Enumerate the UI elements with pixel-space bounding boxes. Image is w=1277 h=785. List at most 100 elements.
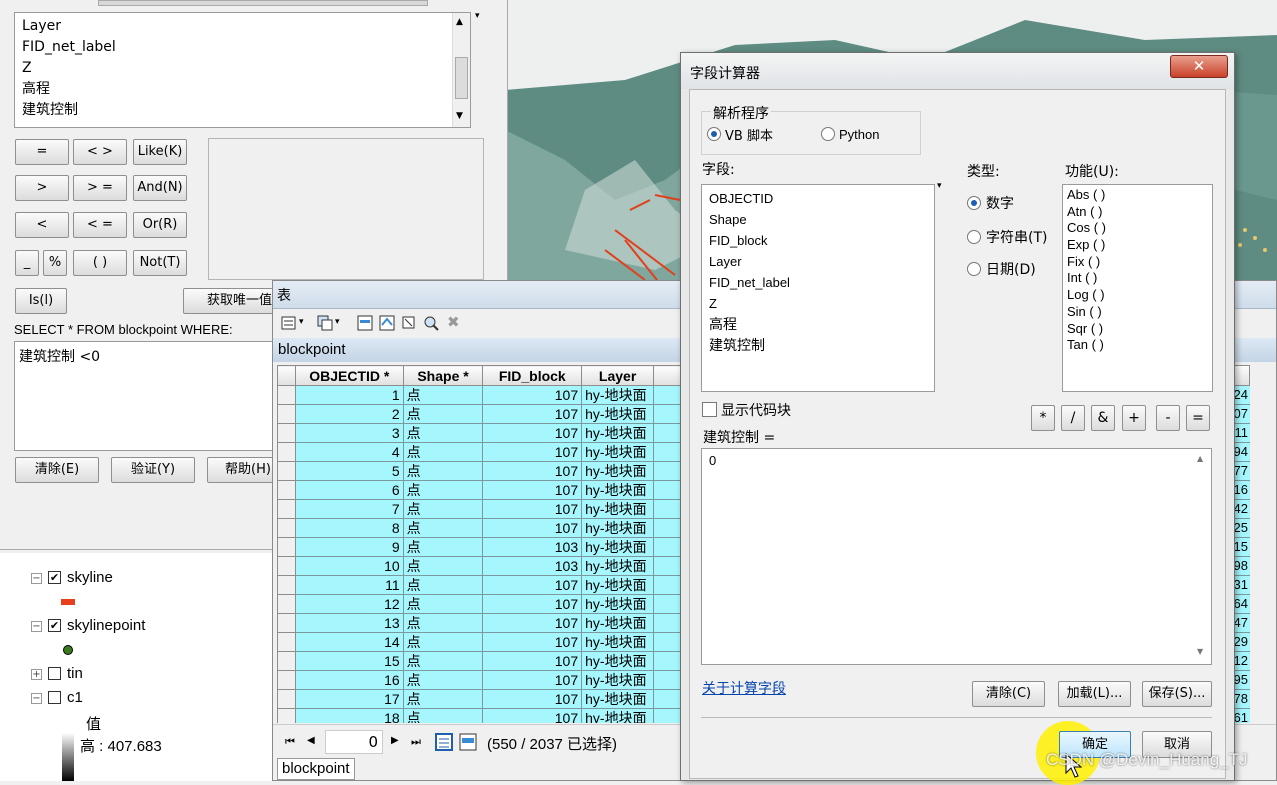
layer-name-c1[interactable]: c1 <box>67 689 83 706</box>
field-list-scrollbar[interactable]: ▲ ▼ <box>452 13 470 127</box>
cell-fid-block[interactable]: 107 <box>482 499 583 519</box>
cell-shape[interactable]: 点 <box>402 651 484 671</box>
layer-checkbox[interactable] <box>48 691 61 704</box>
field-item[interactable]: Layer <box>702 251 934 272</box>
cell-shape[interactable]: 点 <box>402 594 484 614</box>
layer-checkbox[interactable]: ✔ <box>48 571 61 584</box>
function-item[interactable]: Log ( ) <box>1063 287 1212 304</box>
cell-objectid[interactable]: 7 <box>294 499 404 519</box>
show-selected-records-icon[interactable] <box>459 733 477 751</box>
row-selector[interactable] <box>277 385 296 405</box>
dropdown-arrow-icon[interactable]: ▾ <box>937 181 942 191</box>
cell-layer[interactable]: hy-地块面 <box>581 632 655 652</box>
select-by-attributes-icon[interactable] <box>357 315 373 331</box>
cell-shape[interactable]: 点 <box>402 385 484 405</box>
cell-layer[interactable]: hy-地块面 <box>581 651 655 671</box>
dropdown-arrow-icon[interactable]: ▾ <box>299 317 304 327</box>
op-not-button[interactable]: Not(T) <box>133 250 187 276</box>
field-item[interactable]: Z <box>702 293 934 314</box>
row-selector[interactable] <box>277 632 296 652</box>
row-selector[interactable] <box>277 556 296 576</box>
cell-objectid[interactable]: 14 <box>294 632 404 652</box>
cell-fid-block[interactable]: 107 <box>482 385 583 405</box>
functions-list[interactable]: Abs ( ) Atn ( ) Cos ( ) Exp ( ) Fix ( ) … <box>1062 184 1213 392</box>
collapse-icon[interactable]: − <box>31 693 42 704</box>
verify-button[interactable]: 验证(Y) <box>111 457 195 483</box>
show-codeblock-checkbox[interactable] <box>702 402 717 417</box>
help-button[interactable]: 帮助(H) <box>207 457 277 483</box>
op-multiply-button[interactable]: * <box>1031 405 1055 431</box>
cell-shape[interactable]: 点 <box>402 461 484 481</box>
cell-shape[interactable]: 点 <box>402 670 484 690</box>
field-list-item[interactable]: 建筑控制 <box>15 100 470 121</box>
cell-objectid[interactable]: 13 <box>294 613 404 633</box>
cell-layer[interactable]: hy-地块面 <box>581 594 655 614</box>
function-item[interactable]: Abs ( ) <box>1063 187 1212 204</box>
cell-fid-block[interactable]: 103 <box>482 556 583 576</box>
field-item[interactable]: FID_net_label <box>702 272 934 293</box>
dropdown-arrow-icon[interactable]: ▾ <box>475 11 480 21</box>
cell-layer[interactable]: hy-地块面 <box>581 404 655 424</box>
cell-layer[interactable]: hy-地块面 <box>581 499 655 519</box>
op-and-button[interactable]: And(N) <box>133 175 187 201</box>
row-selector[interactable] <box>277 442 296 462</box>
layer-checkbox[interactable] <box>48 667 61 680</box>
cell-objectid[interactable]: 18 <box>294 708 404 723</box>
row-selector[interactable] <box>277 613 296 633</box>
cell-layer[interactable]: hy-地块面 <box>581 537 655 557</box>
cell-objectid[interactable]: 3 <box>294 423 404 443</box>
cell-objectid[interactable]: 6 <box>294 480 404 500</box>
cell-objectid[interactable]: 2 <box>294 404 404 424</box>
cell-objectid[interactable]: 15 <box>294 651 404 671</box>
field-item[interactable]: OBJECTID <box>702 188 934 209</box>
cell-objectid[interactable]: 8 <box>294 518 404 538</box>
function-item[interactable]: Atn ( ) <box>1063 204 1212 221</box>
layer-checkbox[interactable]: ✔ <box>48 619 61 632</box>
cell-fid-block[interactable]: 107 <box>482 594 583 614</box>
cell-layer[interactable]: hy-地块面 <box>581 670 655 690</box>
load-button[interactable]: 加载(L)... <box>1058 681 1131 707</box>
collapse-icon[interactable]: − <box>31 573 42 584</box>
table-tab-blockpoint[interactable]: blockpoint <box>277 758 355 780</box>
cell-fid-block[interactable]: 107 <box>482 423 583 443</box>
layer-name-skylinepoint[interactable]: skylinepoint <box>67 617 145 634</box>
field-item[interactable]: 高程 <box>702 314 934 335</box>
cell-layer[interactable]: hy-地块面 <box>581 708 655 723</box>
cell-layer[interactable]: hy-地块面 <box>581 385 655 405</box>
scroll-down-icon[interactable]: ▼ <box>456 111 463 121</box>
function-item[interactable]: Exp ( ) <box>1063 237 1212 254</box>
cell-fid-block[interactable]: 107 <box>482 442 583 462</box>
op-greater-equal-button[interactable]: > = <box>73 175 127 201</box>
field-item[interactable]: 建筑控制 <box>702 335 934 356</box>
row-selector[interactable] <box>277 537 296 557</box>
function-item[interactable]: Sin ( ) <box>1063 304 1212 321</box>
first-record-icon[interactable]: ⏮ <box>285 735 295 749</box>
layer-name-skyline[interactable]: skyline <box>67 569 113 586</box>
scroll-down-icon[interactable]: ▼ <box>1197 647 1203 656</box>
column-header-layer[interactable]: Layer <box>581 365 655 386</box>
clear-button[interactable]: 清除(C) <box>972 681 1045 707</box>
cell-fid-block[interactable]: 107 <box>482 613 583 633</box>
cell-shape[interactable]: 点 <box>402 613 484 633</box>
unique-values-list[interactable] <box>208 138 484 280</box>
row-selector[interactable] <box>277 594 296 614</box>
cell-layer[interactable]: hy-地块面 <box>581 518 655 538</box>
cell-layer[interactable]: hy-地块面 <box>581 423 655 443</box>
cell-objectid[interactable]: 9 <box>294 537 404 557</box>
where-clause-input[interactable]: 建筑控制 <0 <box>14 341 276 451</box>
cell-fid-block[interactable]: 107 <box>482 575 583 595</box>
row-selector[interactable] <box>277 708 296 723</box>
dropdown-arrow-icon[interactable]: ▾ <box>335 317 340 327</box>
cell-layer[interactable]: hy-地块面 <box>581 689 655 709</box>
row-selector[interactable] <box>277 423 296 443</box>
op-minus-button[interactable]: - <box>1156 405 1180 431</box>
row-selector[interactable] <box>277 461 296 481</box>
clear-expression-button[interactable]: 清除(E) <box>15 457 99 483</box>
close-icon[interactable]: ✕ <box>1170 55 1228 78</box>
cell-objectid[interactable]: 17 <box>294 689 404 709</box>
show-all-records-icon[interactable] <box>435 733 453 751</box>
row-selector[interactable] <box>277 480 296 500</box>
op-equals-button[interactable]: = <box>1186 405 1210 431</box>
type-number-radio[interactable] <box>967 196 981 210</box>
row-selector-header[interactable] <box>277 365 296 386</box>
